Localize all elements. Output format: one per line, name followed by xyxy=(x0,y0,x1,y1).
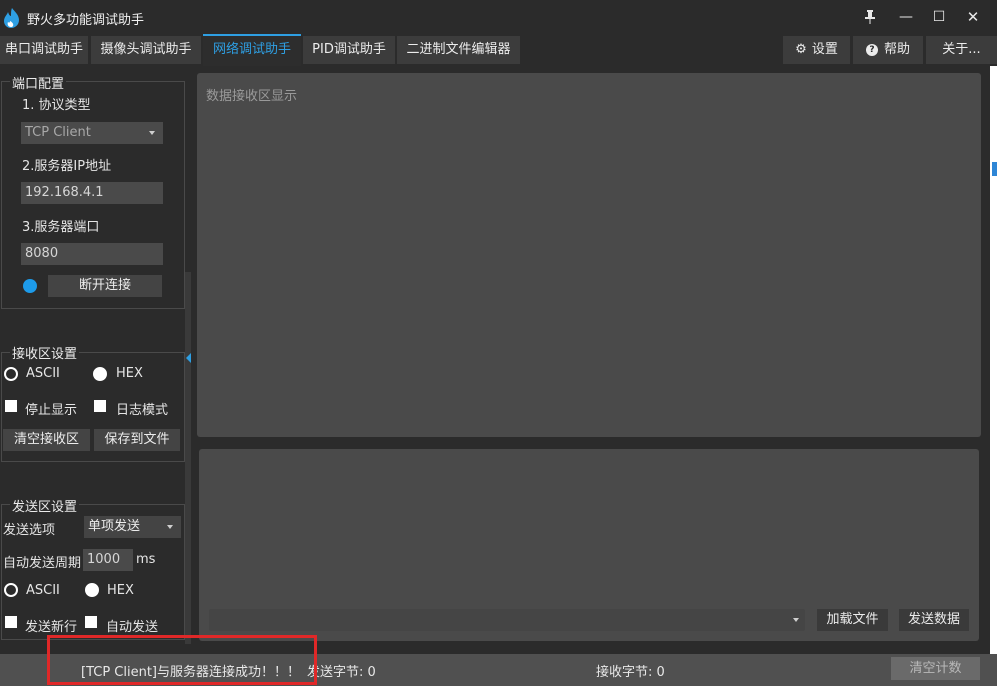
send-ascii-radio[interactable] xyxy=(4,583,18,597)
auto-send-checkbox[interactable] xyxy=(85,616,97,628)
receive-display-area[interactable]: 数据接收区显示 xyxy=(197,73,981,437)
fire-logo-icon xyxy=(4,8,19,28)
stop-display-label: 停止显示 xyxy=(25,403,78,418)
server-port-input[interactable]: 8080 xyxy=(21,243,163,265)
server-ip-input[interactable]: 192.168.4.1 xyxy=(21,182,163,204)
server-ip-label: 2.服务器IP地址 xyxy=(22,159,112,174)
send-option-select[interactable]: 单项发送 xyxy=(84,516,181,538)
collapse-left-icon[interactable] xyxy=(186,353,191,363)
auto-send-label: 自动发送 xyxy=(106,620,159,635)
gear-icon: ⚙ xyxy=(795,42,807,57)
window-title: 野火多功能调试助手 xyxy=(27,13,145,28)
maximize-button[interactable]: ☐ xyxy=(927,6,951,28)
save-to-file-button[interactable]: 保存到文件 xyxy=(94,429,180,451)
send-ascii-label: ASCII xyxy=(26,583,60,598)
send-newline-checkbox[interactable] xyxy=(5,616,17,628)
protocol-select[interactable]: TCP Client xyxy=(21,122,163,144)
send-settings-title: 发送区设置 xyxy=(10,496,80,515)
settings-label: 设置 xyxy=(811,42,838,57)
send-input-area[interactable]: 加载文件 发送数据 xyxy=(199,449,979,641)
recv-hex-label: HEX xyxy=(116,366,143,381)
stop-display-checkbox[interactable] xyxy=(5,400,17,412)
tab-pid-debug[interactable]: PID调试助手 xyxy=(303,36,395,64)
help-icon: ? xyxy=(865,44,878,56)
minimize-button[interactable]: — xyxy=(894,6,918,28)
server-port-label: 3.服务器端口 xyxy=(22,220,100,235)
chevron-down-icon xyxy=(149,131,155,135)
background-window-marker xyxy=(992,162,997,176)
send-option-value: 单项发送 xyxy=(88,519,141,534)
tab-bar: 串口调试助手 摄像头调试助手 网络调试助手 PID调试助手 二进制文件编辑器 ⚙… xyxy=(0,34,997,66)
clear-recv-button[interactable]: 清空接收区 xyxy=(3,429,90,451)
clear-count-button[interactable]: 清空计数 xyxy=(891,657,980,680)
status-highlight-box xyxy=(47,635,317,685)
help-button[interactable]: ? 帮助 xyxy=(853,36,923,64)
title-bar: 野火多功能调试助手 — ☐ ✕ xyxy=(0,0,997,34)
recv-ascii-label: ASCII xyxy=(26,366,60,381)
settings-button[interactable]: ⚙ 设置 xyxy=(783,36,850,64)
tab-binary-editor[interactable]: 二进制文件编辑器 xyxy=(397,36,520,64)
send-hex-label: HEX xyxy=(107,583,134,598)
send-newline-label: 发送新行 xyxy=(25,620,78,635)
connection-status-led xyxy=(23,279,37,293)
auto-send-period-label: 自动发送周期 xyxy=(3,556,82,571)
recv-hex-radio[interactable] xyxy=(93,367,107,381)
send-hex-radio[interactable] xyxy=(85,583,99,597)
recv-settings-title: 接收区设置 xyxy=(10,343,80,362)
about-button[interactable]: 关于... xyxy=(926,36,997,64)
send-data-button[interactable]: 发送数据 xyxy=(899,609,969,631)
help-label: 帮助 xyxy=(883,42,910,57)
recv-ascii-radio[interactable] xyxy=(4,367,18,381)
period-unit-label: ms xyxy=(136,552,156,567)
receive-placeholder: 数据接收区显示 xyxy=(206,89,298,104)
pin-icon[interactable] xyxy=(858,6,882,28)
sent-bytes-label: 发送字节: 0 xyxy=(307,665,376,680)
send-option-label: 发送选项 xyxy=(3,523,56,538)
log-mode-label: 日志模式 xyxy=(116,403,169,418)
tab-network-debug[interactable]: 网络调试助手 xyxy=(203,34,301,66)
port-config-title: 端口配置 xyxy=(10,73,67,92)
close-button[interactable]: ✕ xyxy=(961,6,985,28)
protocol-value: TCP Client xyxy=(25,125,91,140)
tab-camera-debug[interactable]: 摄像头调试助手 xyxy=(91,36,201,64)
auto-send-period-input[interactable]: 1000 xyxy=(83,549,133,571)
left-panel-scrollbar[interactable] xyxy=(185,272,191,644)
background-window-edge xyxy=(990,66,997,654)
protocol-label: 1. 协议类型 xyxy=(22,98,91,113)
log-mode-checkbox[interactable] xyxy=(94,400,106,412)
tab-serial-debug[interactable]: 串口调试助手 xyxy=(0,36,88,64)
load-file-button[interactable]: 加载文件 xyxy=(817,609,888,631)
received-bytes-label: 接收字节: 0 xyxy=(596,665,665,680)
chevron-down-icon xyxy=(167,525,173,529)
send-history-combo[interactable] xyxy=(209,609,805,631)
disconnect-button[interactable]: 断开连接 xyxy=(48,275,162,297)
chevron-down-icon xyxy=(793,618,799,622)
